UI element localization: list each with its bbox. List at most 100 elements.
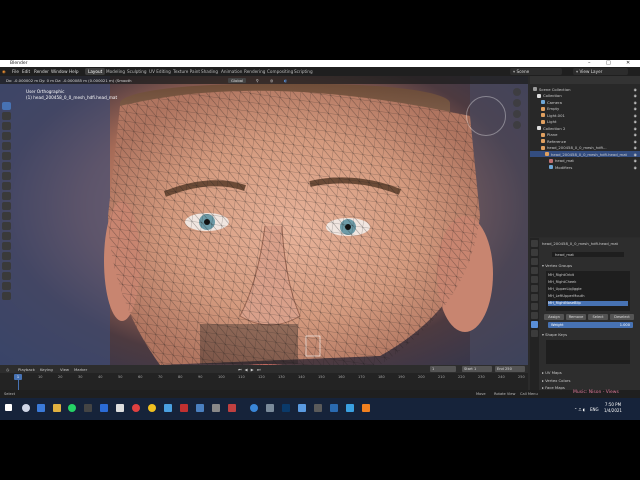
app-icon-8[interactable] — [314, 404, 322, 412]
playback-controls[interactable]: ⏮ ◀ ▶ ⏭ — [238, 367, 261, 372]
menu-file[interactable]: File — [12, 69, 19, 74]
scale-tool-icon[interactable] — [2, 142, 11, 150]
vertex-group-item[interactable]: MH_LeftUpperMouth — [548, 294, 628, 299]
deselect-button[interactable]: Deselect — [610, 314, 634, 320]
camera-view-icon[interactable] — [513, 110, 521, 118]
search-icon[interactable] — [22, 404, 30, 412]
material-tab-icon[interactable] — [531, 330, 538, 337]
app-icon[interactable] — [84, 404, 92, 412]
outliner-item[interactable]: Scene Collection ◉ — [530, 86, 640, 92]
outliner-item[interactable]: Camera ◉ — [530, 99, 640, 105]
app-icon-9[interactable] — [330, 404, 338, 412]
vertex-group-item[interactable]: MH_RightCheek — [548, 280, 628, 285]
view-layer-tab-icon[interactable] — [531, 267, 538, 274]
start-frame-field[interactable]: Start 1 — [462, 366, 492, 372]
outliner-item[interactable]: Collection ◉ — [530, 93, 640, 99]
bevel-tool-icon[interactable] — [2, 202, 11, 210]
edge-slide-tool-icon[interactable] — [2, 262, 11, 270]
file-explorer-icon[interactable] — [53, 404, 61, 412]
visibility-eye-icon[interactable]: ◉ — [634, 87, 637, 92]
property-section-header[interactable]: ▸ Vertex Colors — [542, 378, 570, 383]
annotate-tool-icon[interactable] — [2, 162, 11, 170]
outliner-item[interactable]: Collection 2 ◉ — [530, 125, 640, 131]
app-icon-7[interactable] — [298, 404, 306, 412]
particles-tab-icon[interactable] — [531, 312, 538, 319]
visibility-eye-icon[interactable]: ◉ — [634, 132, 637, 137]
cursor-tool-icon[interactable] — [2, 112, 11, 120]
menu-playback[interactable]: Playback — [18, 367, 35, 372]
output-tab-icon[interactable] — [531, 258, 538, 265]
poly-build-tool-icon[interactable] — [2, 232, 11, 240]
shear-tool-icon[interactable] — [2, 282, 11, 290]
acrobat-icon[interactable] — [180, 404, 188, 412]
rotate-tool-icon[interactable] — [2, 132, 11, 140]
tray-icons[interactable]: ⌃ ⎍ ◖ — [574, 407, 585, 412]
tool-tab-icon[interactable] — [531, 240, 538, 247]
vertex-group-item[interactable]: MH_RightOrbit — [548, 273, 628, 278]
visibility-eye-icon[interactable]: ◉ — [634, 145, 637, 150]
proportional-edit-icon[interactable]: ◎ — [270, 78, 273, 83]
world-tab-icon[interactable] — [531, 285, 538, 292]
perspective-toggle-icon[interactable] — [513, 121, 521, 129]
transform-orientation[interactable]: Global — [228, 78, 247, 83]
opera-icon[interactable] — [132, 404, 140, 412]
visibility-eye-icon[interactable]: ◉ — [634, 113, 637, 118]
mesh-data-tab-icon[interactable] — [531, 321, 538, 328]
visibility-eye-icon[interactable]: ◉ — [634, 139, 637, 144]
edge-browser-icon[interactable] — [37, 404, 45, 412]
inset-tool-icon[interactable] — [2, 192, 11, 200]
vertex-groups-header[interactable]: ▾ Vertex Groups — [542, 263, 572, 268]
mesh-name-field[interactable]: head_mat — [552, 252, 624, 257]
menu-help[interactable]: Help — [69, 69, 79, 74]
navigation-gizmo[interactable] — [466, 96, 506, 136]
zoom-icon[interactable] — [513, 88, 521, 96]
clock[interactable]: 7:50 PM 1/4/2021 — [604, 402, 622, 414]
outliner-item[interactable]: Light.001 ◉ — [530, 112, 640, 118]
store-icon[interactable] — [116, 404, 124, 412]
shape-keys-list[interactable] — [546, 340, 630, 364]
menu-view[interactable]: View — [60, 367, 69, 372]
timeline-editor-icon[interactable]: ◷ — [6, 367, 9, 372]
visibility-eye-icon[interactable]: ◉ — [634, 126, 637, 131]
transform-tool-icon[interactable] — [2, 152, 11, 160]
menu-window[interactable]: Window — [51, 69, 68, 74]
vertex-groups-list[interactable]: MH_RightOrbit MH_RightCheek MH_UpperLipJ… — [546, 271, 630, 311]
close-icon[interactable]: ✕ — [626, 60, 630, 66]
chrome-icon[interactable] — [148, 404, 156, 412]
menu-keying[interactable]: Keying — [40, 367, 53, 372]
scene-tab-icon[interactable] — [531, 276, 538, 283]
measure-tool-icon[interactable] — [2, 172, 11, 180]
outliner-item[interactable]: head_200458_0_0_mesh_hdfi.head_mat ◉ — [530, 151, 640, 157]
visibility-eye-icon[interactable]: ◉ — [634, 158, 637, 163]
outliner-item[interactable]: Modifiers ◉ — [530, 164, 640, 170]
smooth-tool-icon[interactable] — [2, 252, 11, 260]
select-button[interactable]: Select — [588, 314, 608, 320]
vertex-group-item-active[interactable]: MH_RightNoseBlip — [548, 301, 628, 306]
spin-tool-icon[interactable] — [2, 242, 11, 250]
outliner-item[interactable]: head_200458_0_0_mesh_hdfi... ◉ — [530, 145, 640, 151]
render-tab-icon[interactable] — [531, 249, 538, 256]
windows-start-icon[interactable] — [5, 404, 12, 411]
snap-icon[interactable]: ⚲ — [256, 78, 259, 83]
photoshop-icon[interactable] — [282, 404, 290, 412]
edge-icon-2[interactable] — [250, 404, 258, 412]
visibility-eye-icon[interactable]: ◉ — [634, 93, 637, 98]
playhead[interactable] — [18, 380, 19, 390]
app-icon-4[interactable] — [212, 404, 220, 412]
current-frame-field[interactable]: 1 — [430, 366, 456, 372]
menu-render[interactable]: Render — [34, 69, 49, 74]
assign-button[interactable]: Assign — [544, 314, 564, 320]
app-icon-2[interactable] — [164, 404, 172, 412]
minimize-icon[interactable]: – — [588, 60, 591, 66]
view-layer-selector[interactable]: ▾ View Layer — [573, 68, 628, 75]
knife-tool-icon[interactable] — [2, 222, 11, 230]
visibility-eye-icon[interactable]: ◉ — [634, 106, 637, 111]
remove-button[interactable]: Remove — [566, 314, 586, 320]
shrink-tool-icon[interactable] — [2, 272, 11, 280]
menu-edit[interactable]: Edit — [22, 69, 30, 74]
modifier-tab-icon[interactable] — [531, 303, 538, 310]
app-icon-10[interactable] — [346, 404, 354, 412]
outliner-item[interactable]: Empty ◉ — [530, 106, 640, 112]
select-box-tool-icon[interactable] — [2, 102, 11, 110]
overlay-icon[interactable]: ◐ — [284, 78, 287, 83]
